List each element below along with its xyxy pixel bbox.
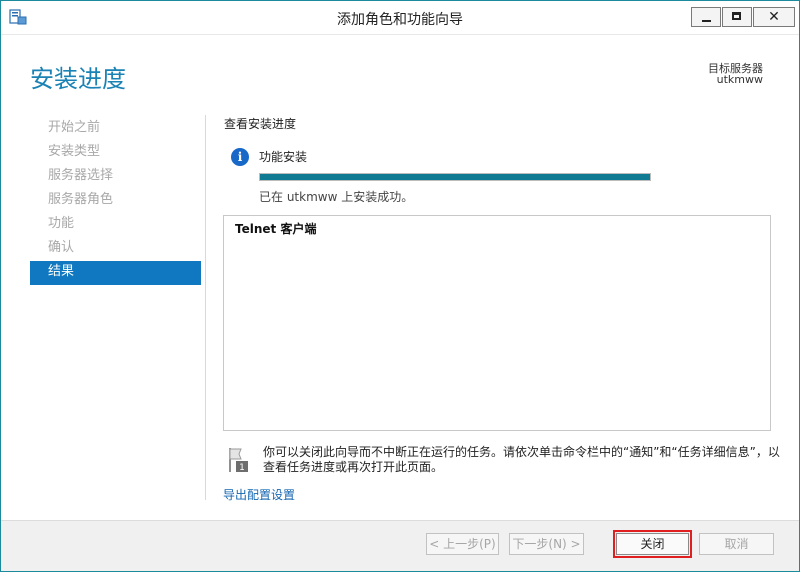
notification-flag-icon: 1 (229, 448, 248, 473)
close-wizard-note: 你可以关闭此向导而不中断正在运行的任务。请依次单击命令栏中的“通知”和“任务详细… (263, 445, 780, 474)
install-success-message: 已在 utkmww 上安装成功。 (259, 190, 414, 204)
section-title: 查看安装进度 (224, 117, 297, 131)
nav-item-results[interactable]: 结果 (30, 261, 201, 285)
results-list[interactable]: Telnet 客户端 (223, 215, 771, 431)
cancel-button[interactable]: 取消 (699, 533, 774, 555)
nav-item-before-you-begin: 开始之前 (48, 120, 101, 135)
next-button[interactable]: 下一步(N) > (509, 533, 584, 555)
export-configuration-link[interactable]: 导出配置设置 (223, 486, 295, 503)
maximize-icon (732, 12, 741, 20)
info-icon: i (231, 148, 249, 166)
minimize-icon (702, 20, 711, 22)
nav-item-features: 功能 (48, 216, 75, 231)
nav-divider (205, 115, 206, 500)
target-server-name: utkmww (716, 73, 763, 86)
minimize-button[interactable] (691, 7, 721, 27)
close-window-button[interactable]: ✕ (753, 7, 795, 27)
title-bar[interactable]: 添加角色和功能向导 ✕ (1, 1, 799, 35)
wizard-window: 添加角色和功能向导 ✕ 安装进度 目标服务器 utkmww 开始之前 安装类型 … (0, 0, 800, 572)
nav-item-confirmation: 确认 (48, 240, 75, 255)
nav-item-server-roles: 服务器角色 (48, 192, 114, 207)
wizard-nav: 开始之前 安装类型 服务器选择 服务器角色 功能 确认 结果 (30, 117, 201, 285)
feature-install-label: 功能安装 (259, 150, 308, 164)
nav-item-installation-type: 安装类型 (48, 144, 101, 159)
result-item-telnet-client: Telnet 客户端 (235, 222, 317, 236)
previous-button[interactable]: < 上一步(P) (426, 533, 499, 555)
close-icon: ✕ (768, 9, 780, 25)
close-button-highlight (613, 530, 692, 558)
maximize-button[interactable] (722, 7, 752, 27)
page-title: 安装进度 (30, 65, 126, 93)
svg-text:1: 1 (239, 463, 245, 473)
nav-item-server-selection: 服务器选择 (48, 168, 114, 183)
progress-fill (260, 174, 650, 180)
wizard-footer: < 上一步(P) 下一步(N) > 关闭 取消 (1, 520, 799, 571)
install-progress-bar (259, 173, 651, 181)
window-title: 添加角色和功能向导 (337, 12, 463, 28)
